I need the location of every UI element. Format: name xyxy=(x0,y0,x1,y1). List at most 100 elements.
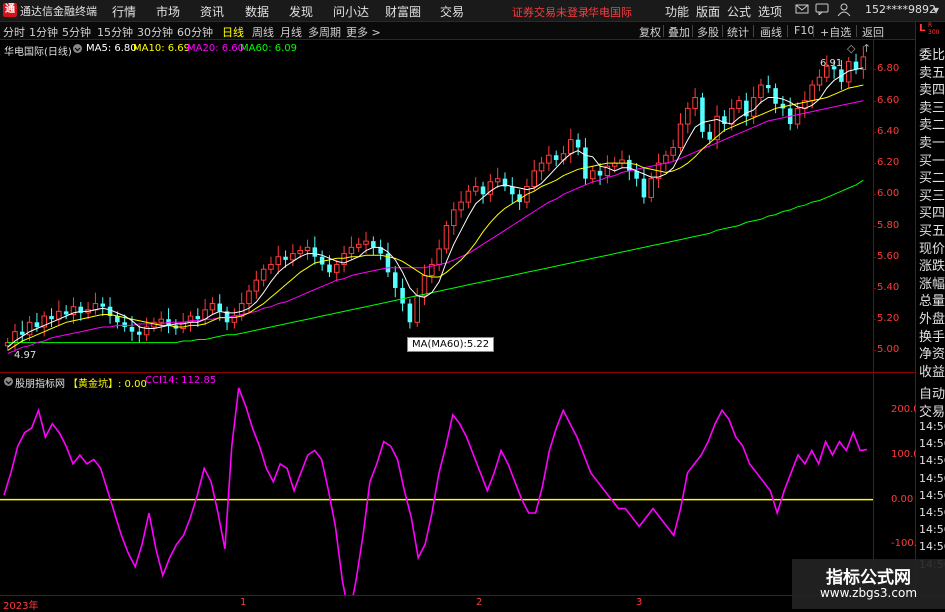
date-label-feb: 2 xyxy=(476,597,483,608)
tick-time: 14:56 xyxy=(919,523,945,537)
candle-up xyxy=(809,84,815,102)
menu-quotes[interactable]: 行情 xyxy=(112,3,136,20)
message-icon[interactable] xyxy=(815,3,829,18)
high-price-label: 6.91 xyxy=(820,58,843,69)
menu-ask[interactable]: 问小达 xyxy=(333,3,369,20)
candle-down xyxy=(137,331,142,335)
period-weekly[interactable]: 周线 xyxy=(252,24,274,40)
side-item[interactable]: 卖三 xyxy=(919,97,945,116)
tool-multi-stock[interactable]: 多股 xyxy=(697,24,719,40)
tool-overlay[interactable]: 叠加 xyxy=(668,24,690,40)
price-tick-label: 6.40 xyxy=(877,125,900,137)
candle-down xyxy=(400,287,405,304)
tool-f10[interactable]: F10 xyxy=(794,24,814,37)
tool-adjust[interactable]: 复权 xyxy=(639,24,661,40)
tool-add-favorite[interactable]: +自选 xyxy=(820,24,851,40)
side-item[interactable]: 买三 xyxy=(919,185,945,204)
candle-up xyxy=(538,162,545,172)
side-item[interactable]: 买五 xyxy=(919,220,945,239)
candle-up xyxy=(209,303,216,311)
price-chart[interactable] xyxy=(0,40,873,372)
level-badge-icon: R 300 xyxy=(928,22,940,36)
menu-discover[interactable]: 发现 xyxy=(289,3,313,20)
period-15min[interactable]: 15分钟 xyxy=(97,24,133,40)
side-item[interactable]: 买一 xyxy=(919,150,945,169)
mail-icon[interactable] xyxy=(795,3,809,18)
side-item[interactable]: 总量 xyxy=(919,290,945,309)
side-item[interactable]: 涨幅 xyxy=(919,273,945,292)
menu-function[interactable]: 功能 xyxy=(665,3,689,20)
candle-down xyxy=(480,186,486,195)
side-item[interactable]: 买二 xyxy=(919,167,945,186)
side-item[interactable]: 卖一 xyxy=(919,132,945,151)
candle-down xyxy=(63,311,69,315)
side-item[interactable]: 委比 xyxy=(919,44,945,63)
candle-down xyxy=(122,322,127,327)
tick-time: 14:56 xyxy=(919,506,945,519)
side-item[interactable]: 卖四 xyxy=(919,79,945,98)
period-60min[interactable]: 60分钟 xyxy=(177,24,213,40)
period-monthly[interactable]: 月线 xyxy=(280,24,302,40)
candle-up xyxy=(363,240,369,245)
tick-time: 14:56 xyxy=(919,488,945,502)
level-l-icon[interactable]: L xyxy=(919,23,925,34)
side-item[interactable]: 外盘 xyxy=(919,308,945,327)
period-multi[interactable]: 多周期 xyxy=(308,24,341,40)
period-1min[interactable]: 1分钟 xyxy=(29,24,58,40)
menu-formula[interactable]: 公式 xyxy=(727,3,751,20)
tool-back[interactable]: 返回 xyxy=(862,24,884,40)
candle-down xyxy=(327,264,332,273)
login-warning[interactable]: 证券交易未登录 xyxy=(512,4,589,20)
minimize-icon[interactable]: ▾ xyxy=(929,2,943,18)
candle-up xyxy=(531,170,538,187)
candle-up xyxy=(297,249,303,255)
candle-down xyxy=(853,61,859,70)
menu-data[interactable]: 数据 xyxy=(245,3,269,20)
side-item[interactable]: 收益 xyxy=(919,361,945,380)
price-tick-mark xyxy=(873,350,876,352)
candle-up xyxy=(758,84,764,99)
watermark-url: www.zbgs3.com xyxy=(819,586,918,600)
user-account[interactable]: 152****9892 xyxy=(865,3,936,16)
side-item[interactable]: 涨跌 xyxy=(919,255,945,274)
period-daily[interactable]: 日线 xyxy=(222,24,244,40)
side-item[interactable]: 卖二 xyxy=(919,114,945,133)
price-tick-mark xyxy=(873,69,876,71)
ma60-line xyxy=(7,179,864,344)
candle-up xyxy=(589,170,596,180)
candle-down xyxy=(773,88,778,104)
menu-trade[interactable]: 交易 xyxy=(440,3,464,20)
period-intraday[interactable]: 分时 xyxy=(3,24,25,40)
candle-down xyxy=(371,241,376,248)
candle-up xyxy=(421,274,428,297)
tool-draw-line[interactable]: 画线 xyxy=(760,24,782,40)
broker-name[interactable]: 华电国际 xyxy=(588,4,632,20)
side-item[interactable]: 净资 xyxy=(919,343,945,362)
side-item[interactable]: 卖五 xyxy=(919,62,945,81)
period-more[interactable]: 更多 > xyxy=(346,24,381,40)
menu-news[interactable]: 资讯 xyxy=(200,3,224,20)
cci-chart[interactable] xyxy=(0,373,873,595)
menu-wealth[interactable]: 财富圈 xyxy=(385,3,421,20)
candle-down xyxy=(34,322,40,327)
menu-options[interactable]: 选项 xyxy=(758,3,782,20)
side-item[interactable]: 现价 xyxy=(919,238,945,257)
side-tab[interactable]: 自动 xyxy=(919,383,945,402)
tool-statistics[interactable]: 统计 xyxy=(727,24,749,40)
user-icon[interactable] xyxy=(837,3,851,19)
candle-up xyxy=(260,268,267,281)
side-item[interactable]: 买四 xyxy=(919,202,945,221)
side-tab[interactable]: 交易 xyxy=(919,401,945,420)
candle-up xyxy=(158,318,165,323)
candle-up xyxy=(663,154,669,164)
candle-up xyxy=(355,243,362,248)
period-30min[interactable]: 30分钟 xyxy=(137,24,173,40)
period-5min[interactable]: 5分钟 xyxy=(62,24,91,40)
menu-market[interactable]: 市场 xyxy=(156,3,180,20)
side-item[interactable]: 换手 xyxy=(919,326,945,345)
candle-up xyxy=(816,76,823,86)
price-tick-mark xyxy=(873,131,876,133)
price-tick-label: 6.00 xyxy=(877,188,900,200)
menu-layout[interactable]: 版面 xyxy=(696,3,720,20)
candle-up xyxy=(451,209,457,227)
